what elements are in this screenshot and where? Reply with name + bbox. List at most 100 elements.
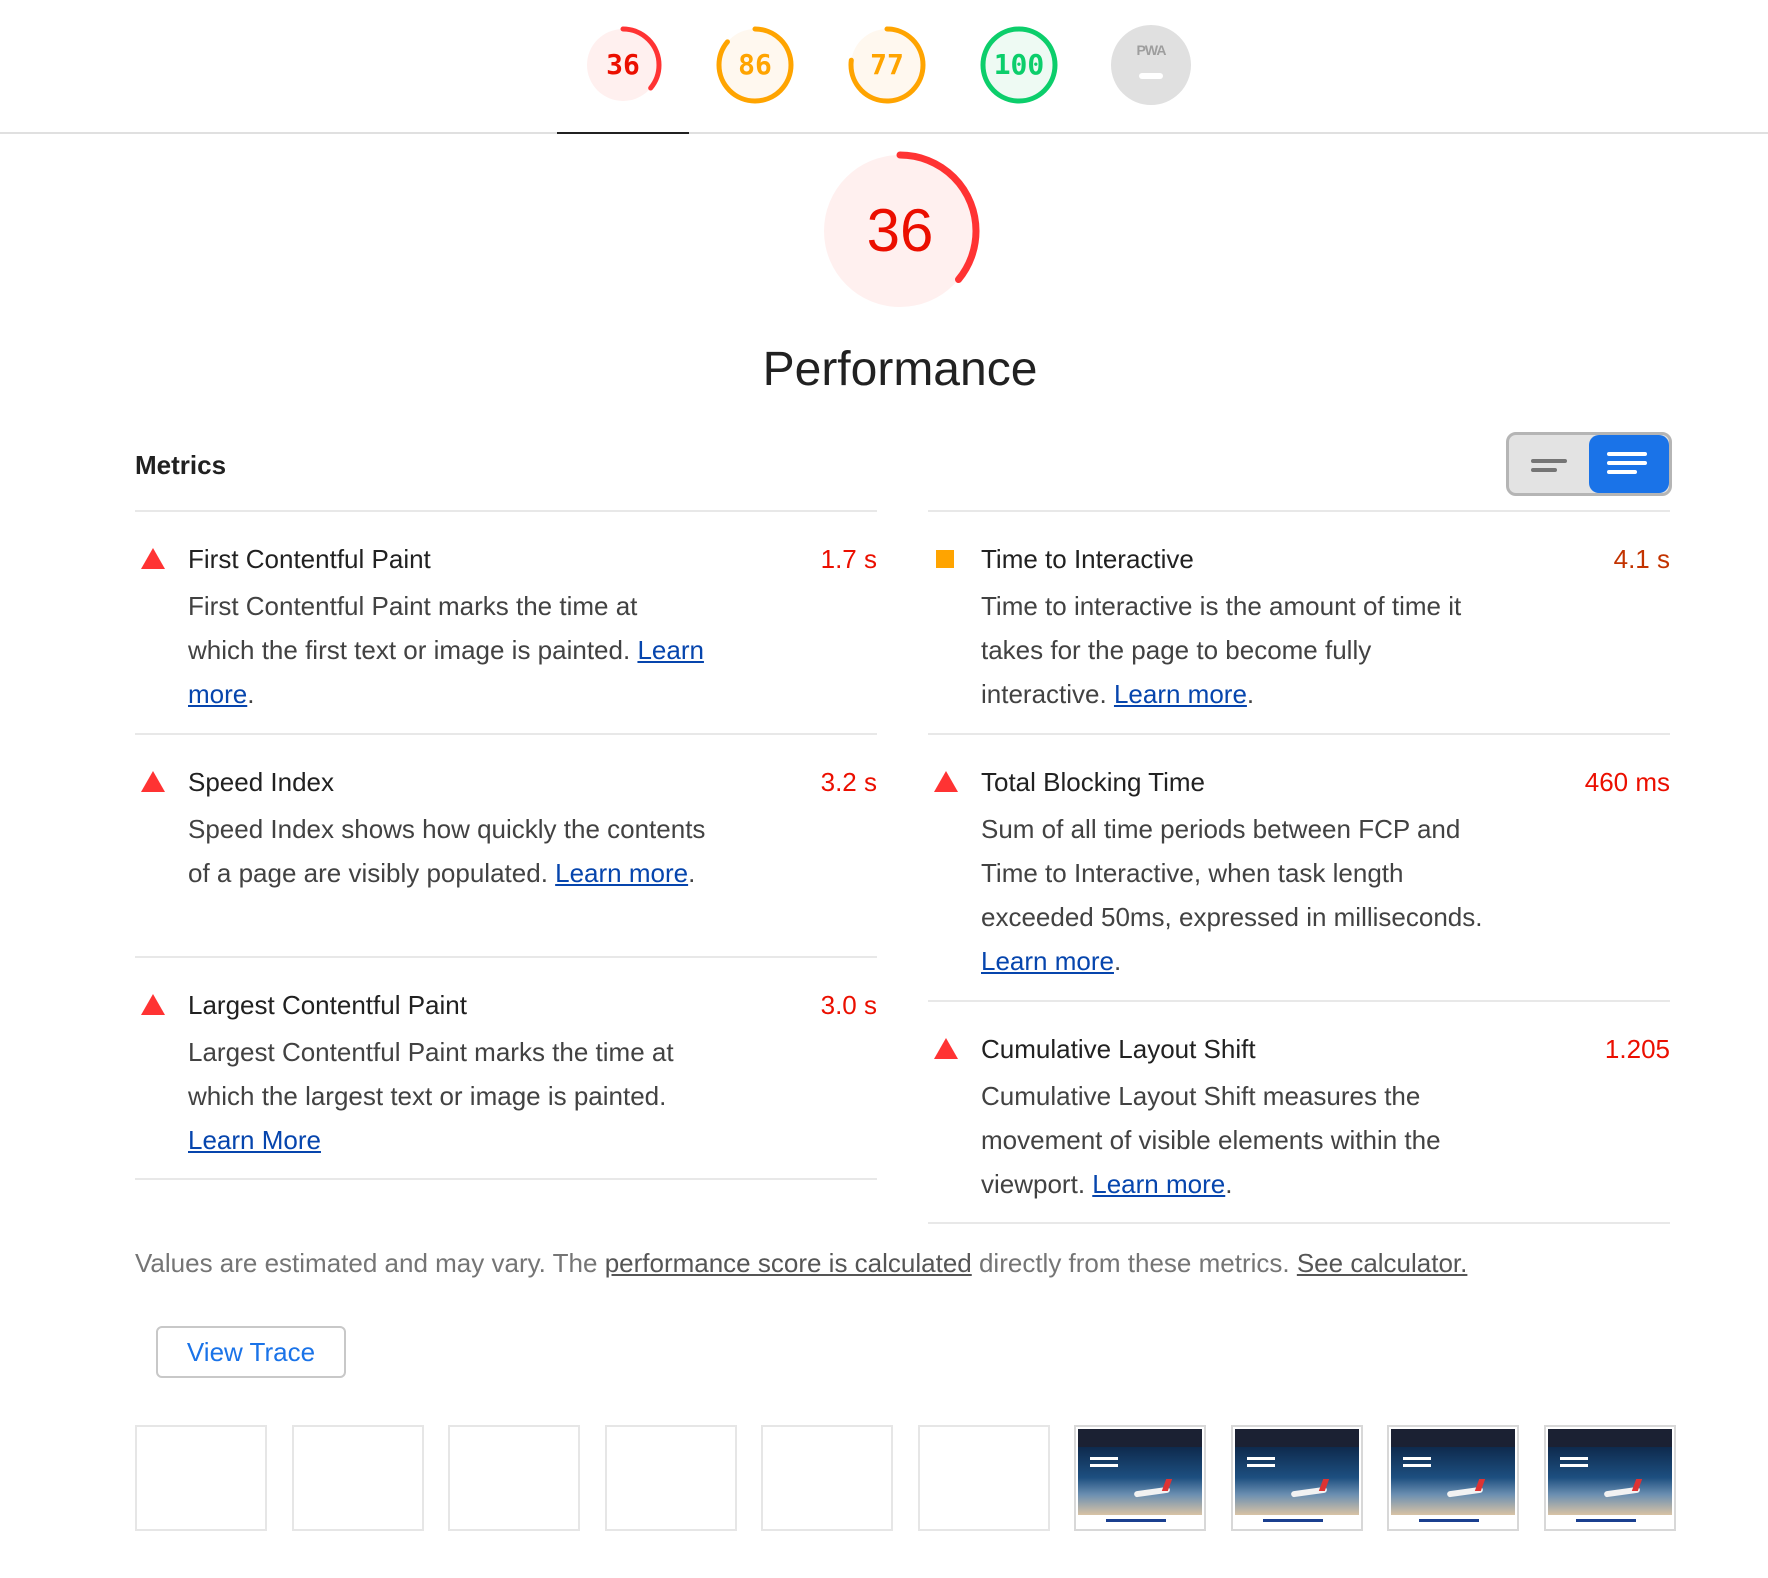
filmstrip-thumbnail-part [1078, 1429, 1202, 1447]
expanded-view-icon [1607, 470, 1637, 474]
learn-more-link[interactable]: Learn more [555, 858, 688, 888]
metrics-view-toggle[interactable] [1506, 432, 1672, 496]
tab-seo[interactable]: 100 [953, 20, 1085, 132]
filmstrip-thumbnail-part [1576, 1519, 1636, 1522]
metric-title: Total Blocking Time [981, 767, 1205, 797]
filmstrip-thumbnail-part [1419, 1519, 1479, 1522]
filmstrip-frame [448, 1425, 580, 1531]
seo-gauge-small: 100 [978, 24, 1060, 106]
filmstrip-frame [605, 1425, 737, 1531]
learn-more-link[interactable]: Learn more [1092, 1169, 1225, 1199]
metric-description: Sum of all time periods between FCP and … [981, 807, 1511, 983]
view-trace-button[interactable]: View Trace [156, 1326, 346, 1378]
performance-score: 36 [866, 197, 934, 264]
learn-more-link[interactable]: Learn more [1114, 679, 1247, 709]
filmstrip-frame [761, 1425, 893, 1531]
description-text: Sum of all time periods between FCP and … [981, 814, 1483, 932]
metric-cumulative-layout-shift: Cumulative Layout Shift 1.205 Cumulative… [928, 1000, 1670, 1224]
score-calculated-link[interactable]: performance score is calculated [605, 1248, 972, 1278]
pwa-badge-icon [1111, 25, 1191, 105]
filmstrip-frame [918, 1425, 1050, 1531]
filmstrip-frame [1544, 1425, 1676, 1531]
metric-total-blocking-time: Total Blocking Time 460 ms Sum of all ti… [928, 733, 1670, 1000]
footnote-text: directly from these metrics. [971, 1248, 1297, 1278]
metric-title: First Contentful Paint [188, 544, 431, 574]
metric-speed-index: Speed Index 3.2 s Speed Index shows how … [135, 733, 877, 956]
score-value: 36 [606, 48, 640, 81]
filmstrip-thumbnail-part [1090, 1457, 1118, 1467]
metric-description: Cumulative Layout Shift measures the mov… [981, 1074, 1501, 1206]
filmstrip-thumbnail-part [1235, 1429, 1359, 1447]
metric-value: 460 ms [1584, 767, 1670, 797]
expanded-view-icon [1607, 452, 1647, 456]
learn-more-link[interactable]: Learn more [981, 946, 1114, 976]
metric-title: Cumulative Layout Shift [981, 1034, 1256, 1064]
filmstrip-thumbnail-part [1403, 1457, 1431, 1467]
metric-value: 3.0 s [820, 990, 877, 1020]
tab-accessibility[interactable]: 86 [689, 20, 821, 132]
description-text: First Contentful Paint marks the time at… [188, 591, 638, 665]
triangle-fail-icon [141, 994, 165, 1015]
filmstrip-thumbnail-part [1560, 1457, 1588, 1467]
metrics-heading: Metrics [135, 450, 227, 480]
category-title: Performance [762, 343, 1038, 396]
pwa-dash-icon [1139, 73, 1163, 79]
metric-title: Time to Interactive [981, 544, 1194, 574]
metric-title: Largest Contentful Paint [188, 990, 467, 1020]
filmstrip-frame [1231, 1425, 1363, 1531]
filmstrip-thumbnail-part [1106, 1519, 1166, 1522]
filmstrip-thumbnail-part [1548, 1429, 1672, 1447]
score-value: 100 [993, 48, 1045, 81]
compact-view-icon [1531, 468, 1557, 472]
footnote-text: Values are estimated and may vary. The [135, 1248, 605, 1278]
metric-value: 4.1 s [1613, 544, 1670, 574]
toggle-compact-view-button[interactable] [1509, 435, 1589, 493]
metric-description: Largest Contentful Paint marks the time … [188, 1030, 708, 1162]
triangle-fail-icon [141, 548, 165, 569]
tab-pwa[interactable]: PWA [1085, 20, 1217, 132]
compact-view-icon [1531, 459, 1567, 463]
metric-largest-contentful-paint: Largest Contentful Paint 3.0 s Largest C… [135, 956, 877, 1180]
tab-performance[interactable]: 36 [557, 20, 689, 134]
toggle-expanded-view-button[interactable] [1589, 435, 1669, 493]
description-text: Largest Contentful Paint marks the time … [188, 1037, 674, 1111]
filmstrip-thumbnail-part [1263, 1519, 1323, 1522]
tab-best-practices[interactable]: 77 [821, 20, 953, 132]
filmstrip-thumbnail-part [1247, 1457, 1275, 1467]
punctuation: . [1246, 679, 1255, 709]
filmstrip-frame [135, 1425, 267, 1531]
punctuation: . [247, 679, 255, 709]
pwa-gauge-small: PWA [1110, 24, 1192, 106]
metric-value: 1.7 s [820, 544, 877, 574]
best-practices-gauge-small: 77 [846, 24, 928, 106]
metric-description: Speed Index shows how quickly the conten… [188, 807, 708, 895]
metric-time-to-interactive: Time to Interactive 4.1 s Time to intera… [928, 510, 1670, 733]
metrics-footnote: Values are estimated and may vary. The p… [135, 1248, 1467, 1279]
score-tabs-bar: 36 86 77 100 PWA [0, 0, 1768, 134]
triangle-fail-icon [934, 771, 958, 792]
performance-gauge-small: 36 [582, 24, 664, 106]
expanded-view-icon [1607, 461, 1647, 465]
triangle-fail-icon [934, 1038, 958, 1059]
pwa-label: PWA [1136, 42, 1167, 58]
learn-more-link[interactable]: Learn More [188, 1125, 321, 1155]
filmstrip-frame [1387, 1425, 1519, 1531]
performance-gauge: 36 [817, 148, 983, 314]
metric-first-contentful-paint: First Contentful Paint 1.7 s First Conte… [135, 510, 877, 733]
punctuation: . [1225, 1169, 1233, 1199]
filmstrip-frame [292, 1425, 424, 1531]
see-calculator-link[interactable]: See calculator. [1297, 1248, 1468, 1278]
filmstrip-frame [1074, 1425, 1206, 1531]
metric-value: 1.205 [1604, 1034, 1670, 1064]
punctuation: . [688, 858, 696, 888]
triangle-fail-icon [141, 771, 165, 792]
filmstrip-thumbnail-part [1391, 1429, 1515, 1447]
score-value: 86 [738, 48, 772, 81]
metric-title: Speed Index [188, 767, 335, 797]
square-average-icon [936, 550, 954, 568]
metric-description: Time to interactive is the amount of tim… [981, 584, 1501, 716]
punctuation: . [1113, 946, 1122, 976]
score-value: 77 [870, 48, 904, 81]
accessibility-gauge-small: 86 [714, 24, 796, 106]
metric-description: First Contentful Paint marks the time at… [188, 584, 708, 716]
